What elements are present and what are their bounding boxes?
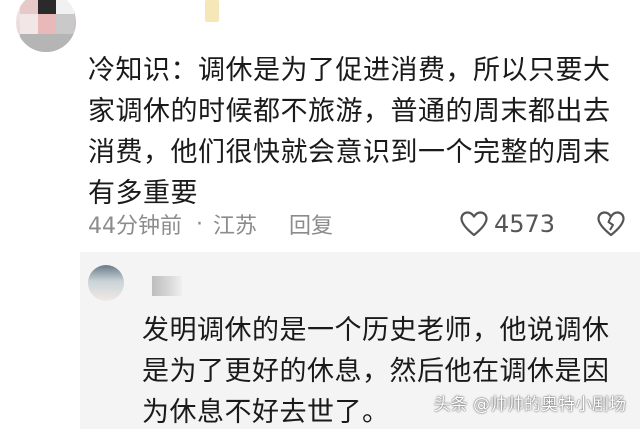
- comment-time: 44分钟前: [88, 214, 182, 239]
- meta-separator: ·: [196, 211, 203, 237]
- avatar-pixel: [38, 14, 56, 34]
- avatar-pixel: [20, 34, 74, 52]
- avatar-pixel: [56, 14, 74, 34]
- avatar-pixel: [20, 0, 38, 14]
- comment-text: 冷知识：调休是为了促进消费，所以只要大家调休的时候都不旅游，普通的周末都出去消费…: [88, 55, 611, 209]
- broken-heart-icon[interactable]: [597, 210, 625, 238]
- like-count: 4573: [494, 210, 556, 238]
- replier-name-blurred: [152, 276, 182, 296]
- avatar-pixel: [38, 0, 56, 14]
- comment-location: 江苏: [213, 214, 258, 239]
- reply-button[interactable]: 回复: [289, 208, 333, 240]
- replier-avatar[interactable]: [88, 265, 124, 301]
- commenter-avatar[interactable]: [16, 0, 76, 52]
- avatar-pixel: [20, 14, 38, 34]
- heart-outline-icon: [460, 211, 488, 237]
- watermark: 头条 @帅帅的奥特小剧场: [433, 395, 626, 415]
- top-edge-blur: [205, 0, 219, 22]
- avatar-pixel: [56, 0, 74, 14]
- like-button[interactable]: 4573: [460, 206, 555, 242]
